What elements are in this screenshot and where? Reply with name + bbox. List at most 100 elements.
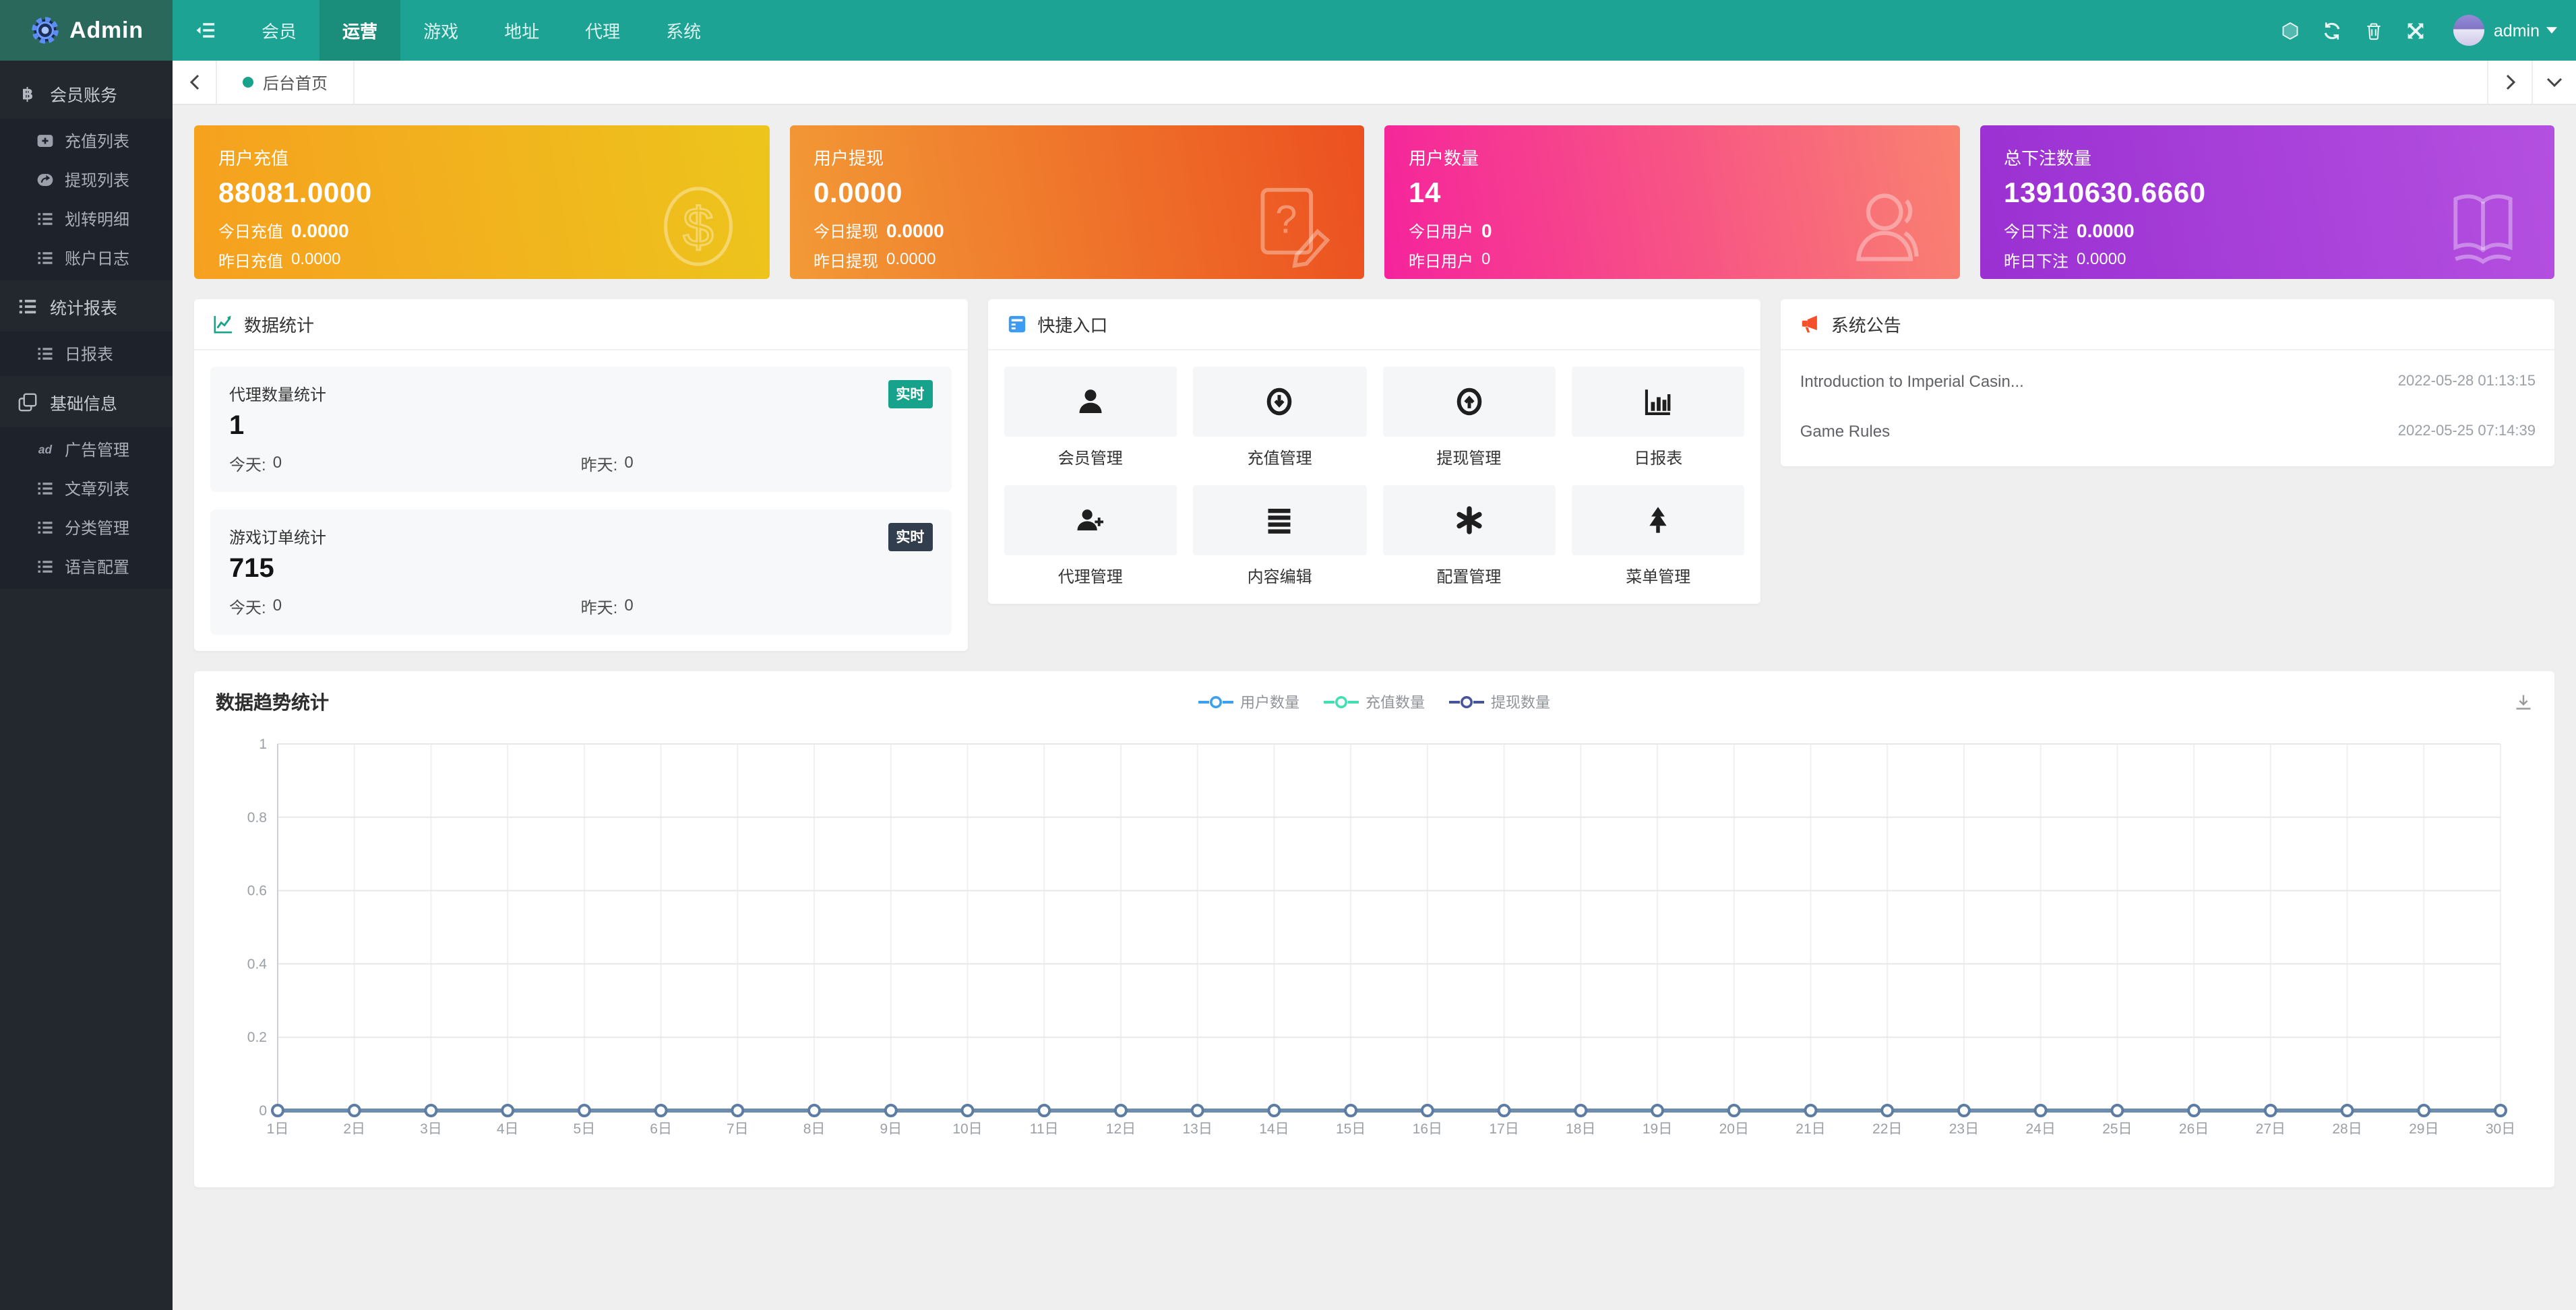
username[interactable]: admin (2494, 21, 2540, 40)
quick-entry-菜单管理[interactable]: 菜单管理 (1572, 485, 1745, 588)
quick-entry-代理管理[interactable]: 代理管理 (1004, 485, 1177, 588)
today-label: 今日充值 (218, 220, 283, 243)
trend-chart-title: 数据趋势统计 (216, 689, 329, 716)
today-col: 今天:0 (229, 453, 581, 476)
sidebar-item-语言配置[interactable]: 语言配置 (0, 547, 173, 586)
sidebar-item-label: 划转明细 (65, 208, 129, 230)
svg-text:12日: 12日 (1106, 1121, 1136, 1137)
svg-text:1日: 1日 (267, 1121, 289, 1137)
svg-text:23日: 23日 (1949, 1121, 1979, 1137)
svg-text:21日: 21日 (1796, 1121, 1825, 1137)
sidebar-item-文章列表[interactable]: 文章列表 (0, 469, 173, 508)
tabs-scroll-right-button[interactable] (2487, 61, 2532, 104)
stat-block-top: 游戏订单统计实时 (229, 523, 932, 551)
stat-card-title: 总下注数量 (2004, 144, 2530, 170)
sidebar-item-广告管理[interactable]: ad广告管理 (0, 430, 173, 469)
top-navbar: Admin 会员运营游戏地址代理 系统 admin (0, 0, 2576, 61)
quick-entry-配置管理[interactable]: 配置管理 (1382, 485, 1556, 588)
user-avatar[interactable] (2453, 15, 2484, 46)
nav-item-会员[interactable]: 会员 (239, 0, 319, 61)
svg-text:16日: 16日 (1413, 1121, 1442, 1137)
stat-block-label: 代理数量统计 (229, 383, 326, 406)
quick-entry-box (1382, 485, 1556, 555)
megaphone-icon (1800, 314, 1820, 334)
quick-entry-box (1572, 367, 1745, 437)
announcement-title: Game Rules (1800, 421, 1890, 440)
stat-card-总下注数量: 总下注数量13910630.6660今日下注0.0000昨日下注0.0000 (1980, 125, 2554, 279)
svg-text:0: 0 (259, 1103, 267, 1119)
quick-entry-会员管理[interactable]: 会员管理 (1004, 367, 1177, 469)
svg-text:5日: 5日 (574, 1121, 596, 1137)
bar-chart-icon (1643, 387, 1673, 416)
quick-entry-header: 快捷入口 (987, 299, 1760, 350)
quick-entry-label: 菜单管理 (1572, 565, 1745, 588)
quick-entry-提现管理[interactable]: 提现管理 (1382, 367, 1556, 469)
nav-item-运营[interactable]: 运营 (319, 0, 400, 61)
legend-marker-icon (1324, 695, 1359, 709)
quick-entry-label: 配置管理 (1382, 565, 1556, 588)
gear-logo-icon (29, 15, 60, 46)
quick-entry-box (1572, 485, 1745, 555)
nav-item-代理[interactable]: 代理 (562, 0, 643, 61)
yesterday-value: 0.0000 (2077, 249, 2126, 272)
legend-用户数量[interactable]: 用户数量 (1198, 691, 1299, 713)
data-stats-panel: 数据统计 代理数量统计实时1今天:0昨天:0游戏订单统计实时715今天:0昨天:… (194, 299, 967, 651)
quick-entry-box (1004, 367, 1177, 437)
legend-提现数量[interactable]: 提现数量 (1449, 691, 1550, 713)
nav-item-label: 代理 (585, 18, 620, 43)
realtime-badge: 实时 (888, 380, 932, 408)
hamburger-icon (195, 20, 216, 40)
sidebar-item-label: 账户日志 (65, 247, 129, 270)
sidebar-item-label: 提现列表 (65, 168, 129, 191)
sidebar-section-会员账务[interactable]: ฿会员账务 (0, 67, 173, 119)
nav-item-游戏[interactable]: 游戏 (400, 0, 481, 61)
sidebar-item-日报表[interactable]: 日报表 (0, 334, 173, 373)
announcement-time: 2022-05-28 01:13:15 (2398, 373, 2536, 389)
book-icon (2441, 182, 2525, 271)
sidebar-item-分类管理[interactable]: 分类管理 (0, 508, 173, 547)
sidebar-item-账户日志[interactable]: 账户日志 (0, 239, 173, 278)
chevron-down-icon (2546, 77, 2563, 88)
sidebar-item-提现列表[interactable]: 提现列表 (0, 160, 173, 199)
expand-button[interactable] (2395, 0, 2437, 61)
yesterday-label: 昨日用户 (1409, 249, 1473, 272)
trend-chart-panel: 数据趋势统计 用户数量充值数量提现数量 1日2日3日4日5日6日7日8日9日10… (194, 671, 2554, 1187)
yesterday-label: 昨天: (581, 596, 618, 619)
today-value: 0.0000 (2077, 220, 2135, 241)
svg-text:6日: 6日 (650, 1121, 672, 1137)
document-question-icon: ? (1251, 182, 1335, 271)
quick-entry-label: 日报表 (1572, 446, 1745, 469)
legend-label: 提现数量 (1491, 691, 1550, 713)
announcements-body: Introduction to Imperial Casin...2022-05… (1781, 350, 2554, 466)
realtime-badge: 实时 (888, 523, 932, 551)
sidebar-item-充值列表[interactable]: 充值列表 (0, 121, 173, 160)
sidebar-section-统计报表[interactable]: 统计报表 (0, 280, 173, 332)
legend-充值数量[interactable]: 充值数量 (1324, 691, 1425, 713)
announcement-row[interactable]: Game Rules2022-05-25 07:14:39 (1800, 406, 2536, 456)
sidebar: ฿会员账务充值列表提现列表划转明细账户日志统计报表日报表基础信息ad广告管理文章… (0, 61, 173, 1310)
tabs-menu-button[interactable] (2532, 61, 2576, 104)
announcement-row[interactable]: Introduction to Imperial Casin...2022-05… (1800, 356, 2536, 406)
sidebar-section-基础信息[interactable]: 基础信息 (0, 376, 173, 427)
main-nav: 会员运营游戏地址代理 系统 (173, 0, 2270, 61)
quick-entry-内容编辑[interactable]: 内容编辑 (1193, 485, 1366, 588)
refresh-button[interactable] (2312, 0, 2354, 61)
nav-item-label: 系统 (666, 18, 701, 43)
menu-toggle-button[interactable] (173, 0, 239, 61)
nav-item-地址[interactable]: 地址 (481, 0, 562, 61)
quick-entry-充值管理[interactable]: 充值管理 (1193, 367, 1366, 469)
hexagon-icon (2281, 21, 2300, 40)
sidebar-item-label: 充值列表 (65, 129, 129, 152)
caret-down-icon (2546, 27, 2557, 34)
brand-logo[interactable]: Admin (0, 0, 173, 61)
list-icon (36, 345, 54, 363)
sidebar-item-划转明细[interactable]: 划转明细 (0, 199, 173, 239)
hexagon-button[interactable] (2270, 0, 2312, 61)
chevron-right-icon (2504, 74, 2516, 90)
tab-home[interactable]: 后台首页 (217, 61, 355, 104)
trash-button[interactable] (2354, 0, 2395, 61)
quick-entry-日报表[interactable]: 日报表 (1572, 367, 1745, 469)
nav-item-系统[interactable]: 系统 (643, 0, 724, 61)
tabs-scroll-left-button[interactable] (173, 61, 217, 104)
download-icon[interactable] (2514, 693, 2533, 712)
